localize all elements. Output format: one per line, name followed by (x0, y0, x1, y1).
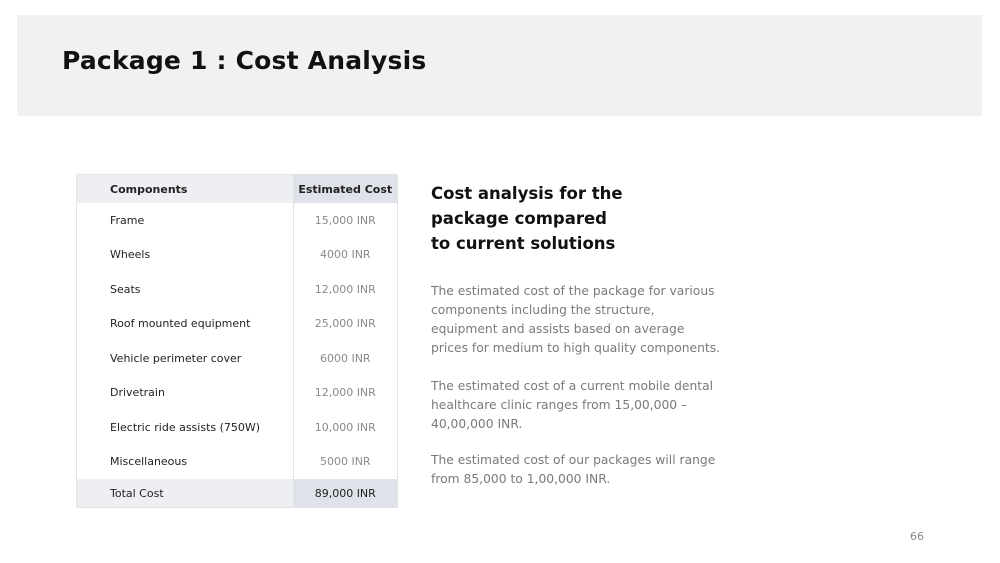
component-cell: Electric ride assists (750W) (110, 420, 261, 434)
cost-table: Components Estimated Cost Frame 15,000 I… (77, 175, 397, 507)
table-row: Electric ride assists (750W) 10,000 INR (77, 410, 397, 445)
section-heading: Cost analysis for the package compared t… (431, 181, 681, 256)
table-row: Miscellaneous 5000 INR (77, 444, 397, 479)
component-cell: Frame (110, 213, 145, 227)
cost-cell: 6000 INR (292, 341, 397, 376)
table-header-row: Components Estimated Cost (77, 175, 397, 203)
table-row: Drivetrain 12,000 INR (77, 375, 397, 410)
total-label: Total Cost (110, 486, 164, 500)
cost-cell: 12,000 INR (292, 375, 397, 410)
heading-line: package compared (431, 209, 607, 228)
heading-line: Cost analysis for the (431, 184, 623, 203)
component-cell: Drivetrain (110, 386, 165, 400)
component-cell: Vehicle perimeter cover (110, 351, 242, 365)
paragraph-package-range: The estimated cost of our packages will … (431, 453, 716, 486)
cost-cell: 12,000 INR (292, 272, 397, 307)
component-cell: Roof mounted equipment (110, 317, 251, 331)
table-row: Frame 15,000 INR (77, 203, 397, 238)
paragraph-current-clinic-cost: The estimated cost of a current mobile d… (431, 379, 714, 431)
cost-cell: 10,000 INR (292, 410, 397, 445)
cost-cell: 4000 INR (292, 237, 397, 272)
page-title: Package 1 : Cost Analysis (62, 46, 427, 75)
column-header-components: Components (110, 182, 188, 196)
component-cell: Wheels (110, 248, 151, 262)
cost-cell: 15,000 INR (292, 203, 397, 238)
table-row: Seats 12,000 INR (77, 272, 397, 307)
total-row: Total Cost 89,000 INR (77, 479, 397, 507)
page-number: 66 (910, 530, 924, 543)
table-row: Wheels 4000 INR (77, 237, 397, 272)
total-cost: 89,000 INR (292, 479, 397, 507)
component-cell: Miscellaneous (110, 455, 188, 469)
table-row: Roof mounted equipment 25,000 INR (77, 306, 397, 341)
heading-line: to current solutions (431, 234, 616, 253)
cost-cell: 5000 INR (292, 444, 397, 479)
table-row: Vehicle perimeter cover 6000 INR (77, 341, 397, 376)
column-header-estimated-cost: Estimated Cost (292, 175, 397, 203)
cost-cell: 25,000 INR (292, 306, 397, 341)
component-cell: Seats (110, 282, 141, 296)
paragraph-package-cost: The estimated cost of the package for va… (431, 284, 721, 355)
